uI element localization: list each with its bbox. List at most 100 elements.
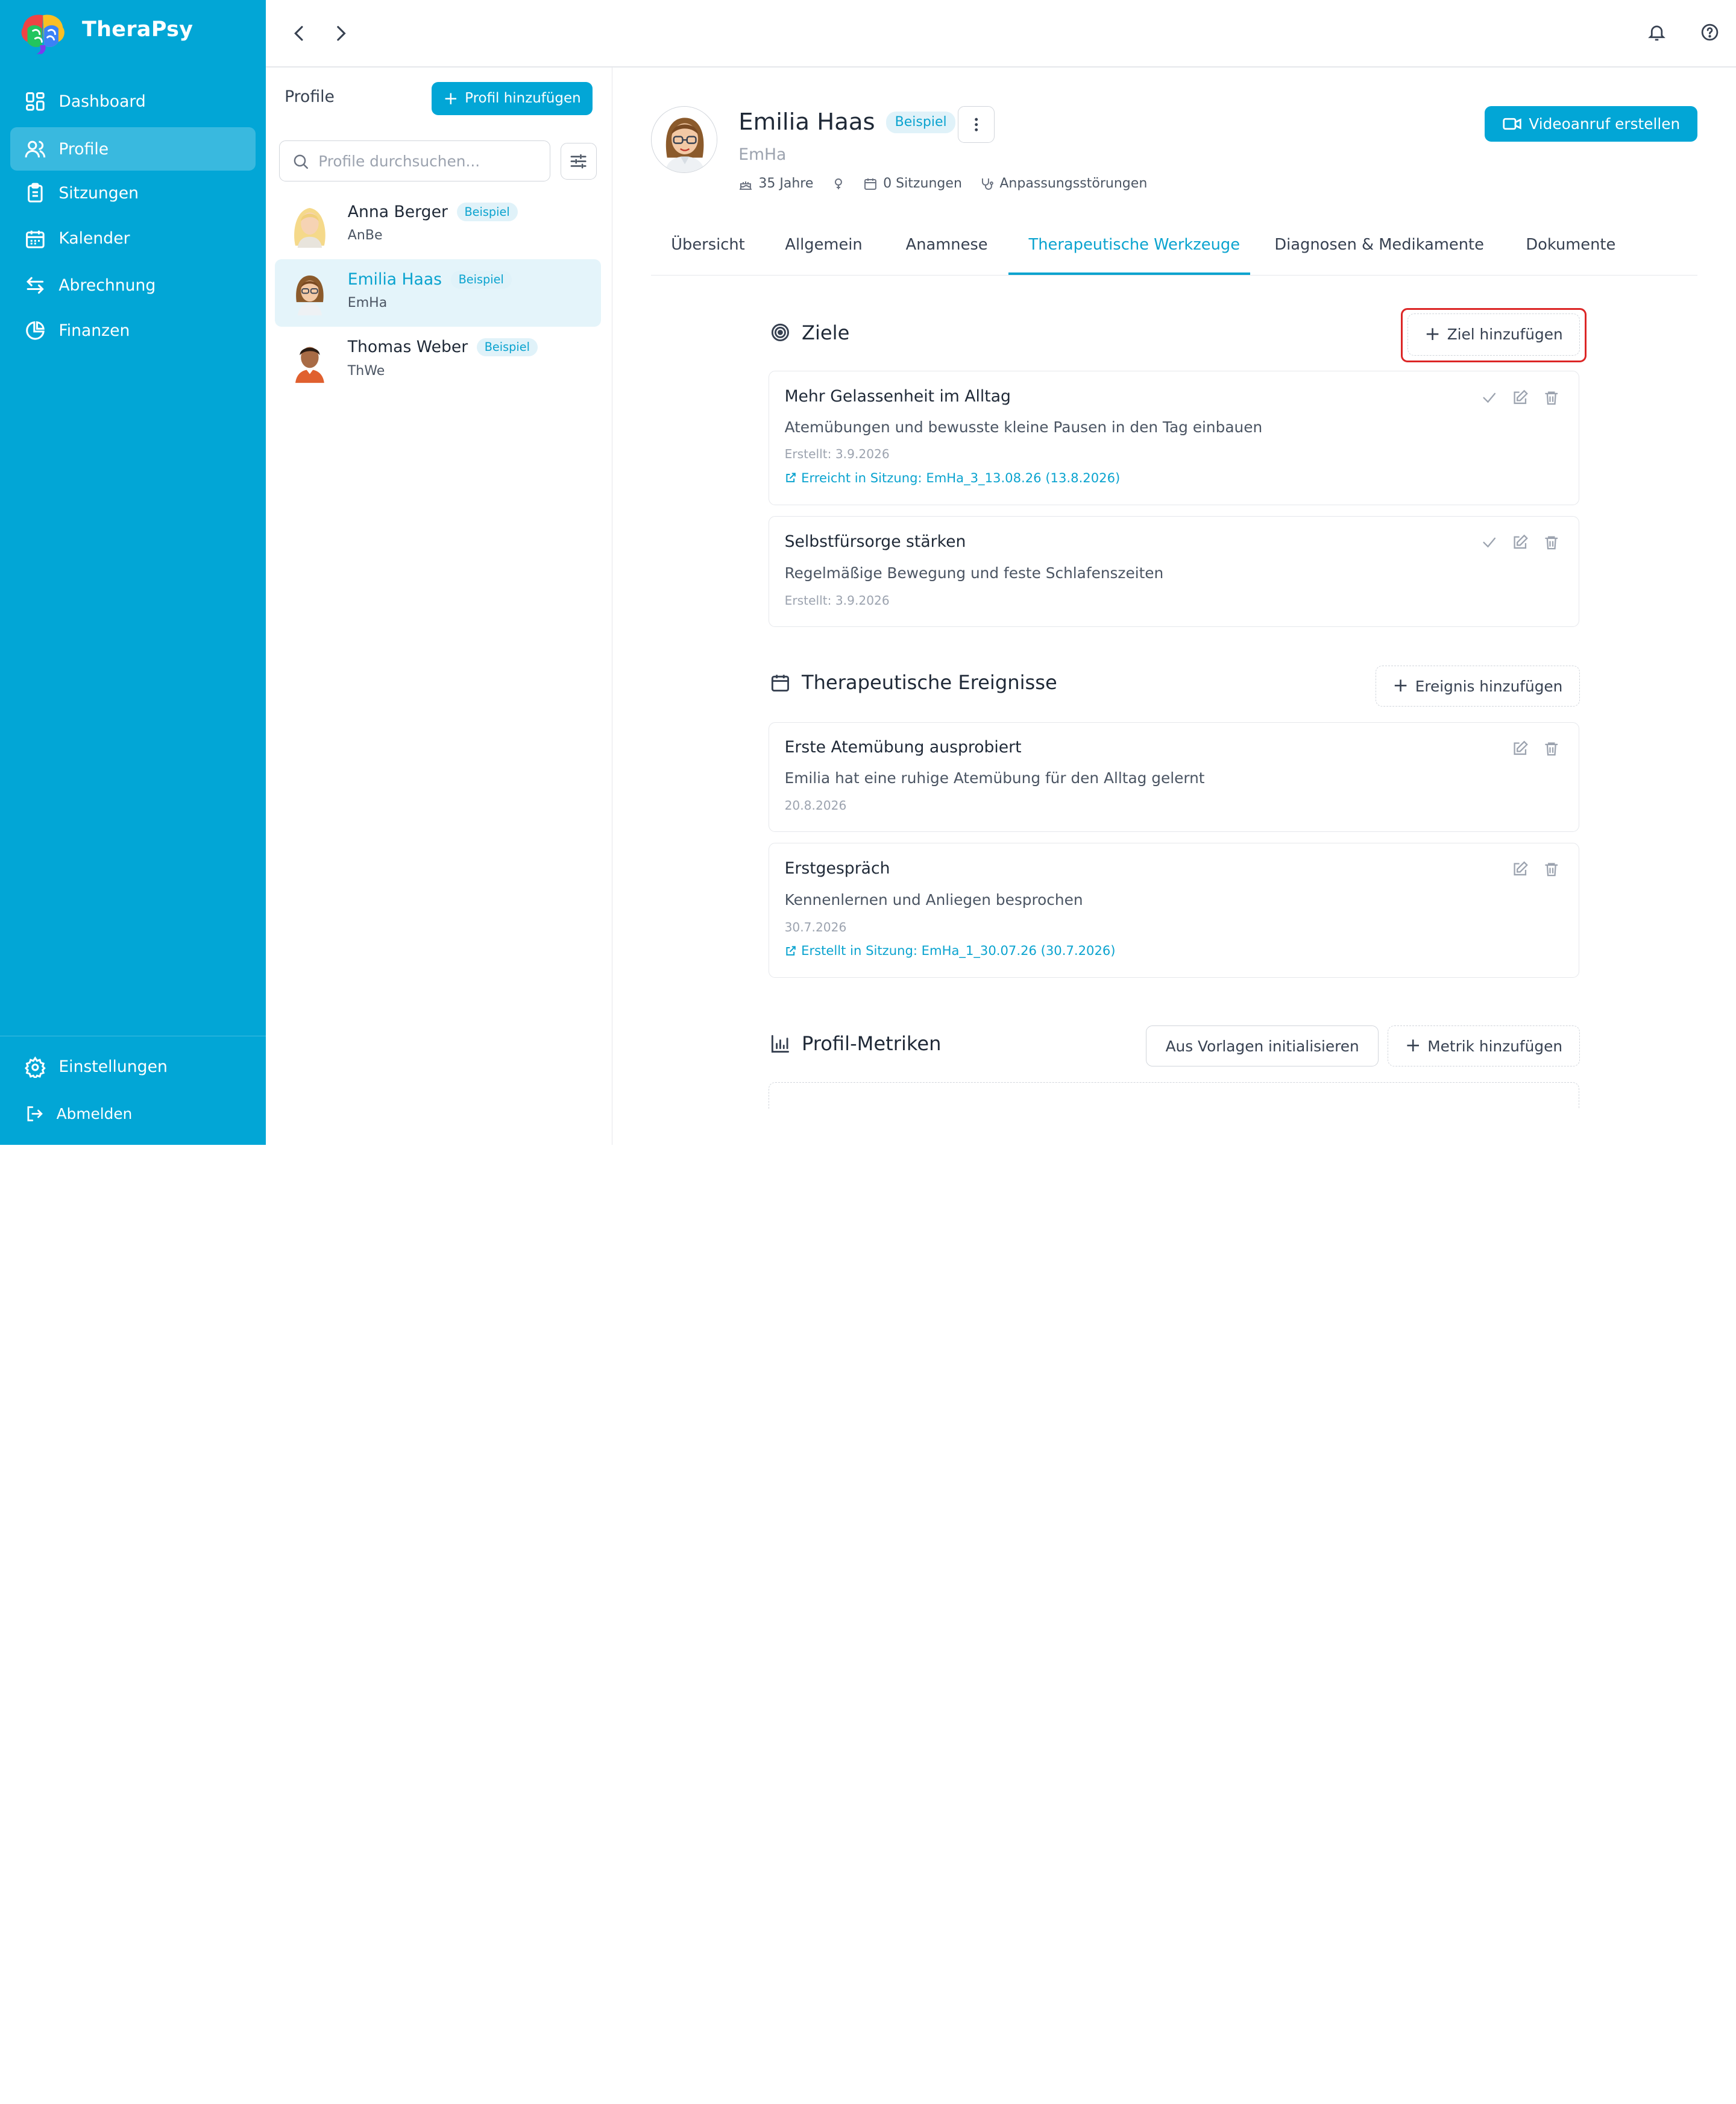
help-icon[interactable] [1700,22,1720,42]
clipboard-icon [28,183,43,203]
avatar-illustration [652,108,717,172]
goal-session-link-text: Erreicht in Sitzung: EmHa_3_13.08.26 (13… [801,470,1121,485]
edit-icon[interactable] [1512,389,1529,406]
profile-name-text: Emilia Haas [347,270,442,289]
goal-description: Atemübungen und bewusste kleine Pausen i… [784,418,1263,436]
meta-gender [831,177,846,191]
add-metric-button[interactable]: + Metrik hinzufügen [1387,1025,1580,1067]
profile-code: AnBe [347,228,383,244]
sidebar: TheraPsy Dashboard Profile Sitzungen Kal… [0,0,266,1145]
goals-section-title: Ziele [770,321,850,344]
profile-item-thomas-weber[interactable]: Thomas Weber Beispiel ThWe [275,327,602,394]
metrics-empty-area [768,1082,1579,1109]
tab-therapeutische-werkzeuge[interactable]: Therapeutische Werkzeuge [1029,236,1240,254]
search-input[interactable] [318,152,535,170]
active-tab-indicator [1008,272,1250,275]
calendar-icon [26,230,45,248]
calendar-icon [864,178,876,190]
plus-icon: + [443,87,459,109]
tab-diagnosen-medikamente[interactable]: Diagnosen & Medikamente [1274,236,1484,254]
sidebar-item-profile[interactable]: Profile [10,127,256,171]
goal-created-date: Erstellt: 3.9.2026 [784,447,890,462]
profile-header-code: EmHa [738,145,787,164]
back-arrow-icon[interactable] [288,22,310,45]
profile-name-text: Thomas Weber [347,338,468,357]
sidebar-item-kalender[interactable]: Kalender [10,217,256,260]
metrics-section-title: Profil-Metriken [770,1032,942,1056]
profile-name: Emilia Haas Beispiel [348,270,512,289]
sidebar-item-label: Finanzen [58,321,130,340]
external-link-icon [785,946,796,956]
sidebar-item-finanzen[interactable]: Finanzen [10,309,256,353]
profile-item-anna-berger[interactable]: Anna Berger Beispiel AnBe [275,192,602,259]
dashboard-icon [26,92,45,111]
example-badge: Beispiel [885,111,956,133]
app-name: TheraPsy [81,17,193,42]
avatar [294,208,326,248]
sliders-icon [570,154,587,168]
sidebar-item-label: Abrechnung [58,276,156,295]
sidebar-item-label: Abmelden [56,1104,133,1123]
target-icon [771,324,789,342]
sidebar-item-label: Einstellungen [58,1057,168,1077]
tab-uebersicht[interactable]: Übersicht [671,236,745,254]
sidebar-item-abrechnung[interactable]: Abrechnung [10,263,256,307]
event-actions [1512,861,1559,878]
filter-button[interactable] [560,142,597,180]
meta-age-text: 35 Jahre [758,176,814,192]
search-icon [294,154,309,169]
calendar-icon [771,675,789,691]
edit-icon[interactable] [1512,861,1529,878]
tab-allgemein[interactable]: Allgemein [785,236,862,254]
trash-icon[interactable] [1543,861,1560,878]
goal-created-date: Erstellt: 3.9.2026 [784,593,890,608]
sidebar-item-sitzungen[interactable]: Sitzungen [10,172,256,215]
create-video-call-button[interactable]: Videoanruf erstellen [1485,106,1698,142]
edit-icon[interactable] [1512,534,1529,551]
event-date: 30.7.2026 [784,919,847,934]
profile-name-text: Emilia Haas [738,109,875,136]
pie-chart-icon [26,321,45,340]
add-metric-label: Metrik hinzufügen [1427,1037,1563,1055]
female-icon [834,178,842,189]
event-title: Erste Atemübung ausprobiert [784,738,1022,757]
metrics-title-text: Profil-Metriken [801,1032,942,1056]
avatar [295,347,325,383]
goal-description: Regelmäßige Bewegung und feste Schlafens… [784,564,1164,582]
event-description: Kennenlernen und Anliegen besprochen [784,890,1083,909]
goal-session-link[interactable]: Erreicht in Sitzung: EmHa_3_13.08.26 (13… [785,470,1121,485]
tab-anamnese[interactable]: Anamnese [906,236,988,254]
sidebar-item-einstellungen[interactable]: Einstellungen [10,1045,256,1089]
tab-dokumente[interactable]: Dokumente [1526,236,1615,254]
add-event-button[interactable]: + Ereignis hinzufügen [1375,666,1580,707]
bell-icon[interactable] [1647,22,1667,42]
users-icon [25,140,46,157]
profile-item-emilia-haas[interactable]: Emilia Haas Beispiel EmHa [274,259,602,327]
add-profile-label: Profil hinzufügen [465,90,581,107]
trash-icon[interactable] [1543,740,1560,757]
external-link-icon [785,473,796,483]
edit-icon[interactable] [1512,740,1529,757]
forward-arrow-icon[interactable] [330,22,352,45]
plus-icon: + [1405,1035,1421,1057]
sidebar-item-label: Profile [58,139,109,159]
profile-code: EmHa [347,295,388,311]
event-session-link[interactable]: Erstellt in Sitzung: EmHa_1_30.07.26 (30… [785,943,1116,958]
cake-icon [740,181,752,190]
logout-button[interactable]: Abmelden [10,1092,256,1135]
sidebar-item-dashboard[interactable]: Dashboard [10,80,256,123]
example-badge: Beispiel [476,338,538,356]
check-icon[interactable] [1481,534,1498,551]
init-from-templates-button[interactable]: Aus Vorlagen initialisieren [1146,1025,1379,1067]
check-icon[interactable] [1481,389,1498,406]
highlight-box [1400,307,1587,362]
goals-title-text: Ziele [801,321,850,344]
goal-actions [1481,534,1559,551]
app-root: TheraPsy Dashboard Profile Sitzungen Kal… [0,0,1736,1145]
more-options-button[interactable] [958,106,995,143]
sidebar-item-label: Kalender [58,229,130,248]
event-description: Emilia hat eine ruhige Atemübung für den… [784,769,1205,787]
trash-icon[interactable] [1543,534,1560,551]
trash-icon[interactable] [1543,389,1560,406]
add-profile-button[interactable]: + Profil hinzufügen [432,81,593,116]
